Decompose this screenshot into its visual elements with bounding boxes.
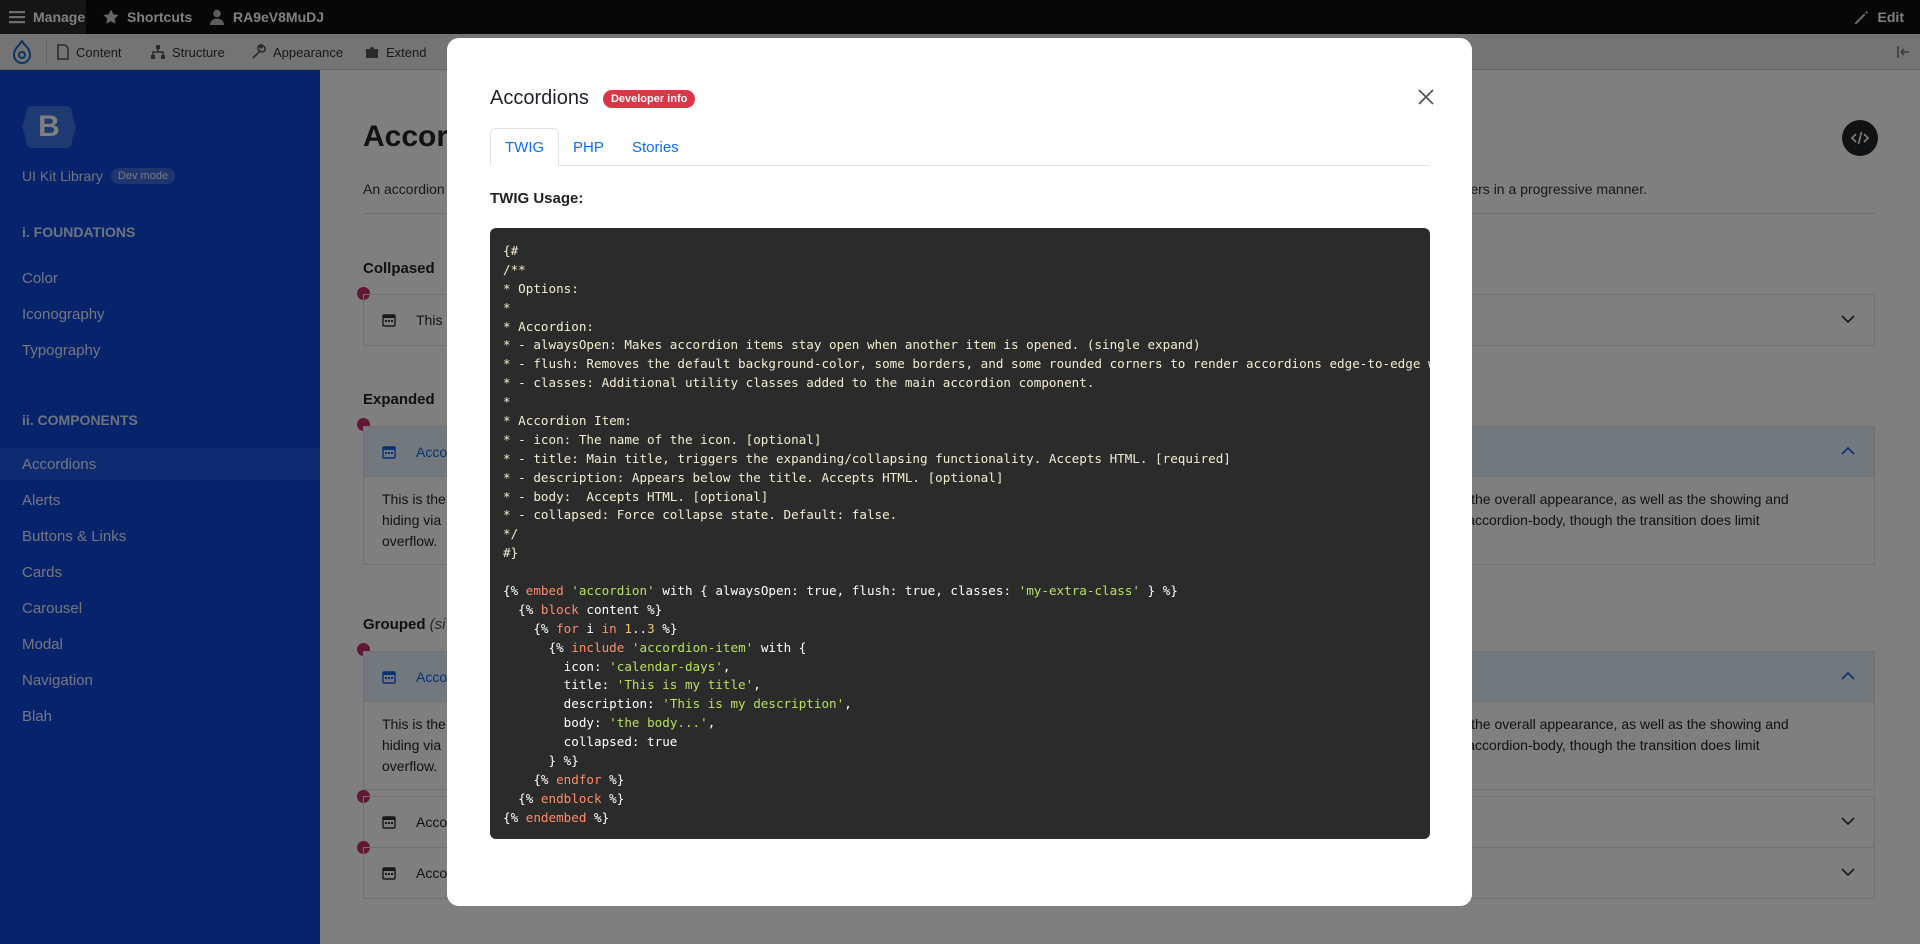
- code-line: * - flush: Removes the default backgroun…: [503, 356, 1430, 372]
- code-keyword: for: [556, 620, 579, 636]
- code-token: %}: [601, 790, 625, 806]
- code-line: * Options:: [503, 280, 579, 296]
- twig-usage-label: TWIG Usage:: [490, 190, 584, 207]
- code-block: {# /** * Options: * * Accordion: * - alwaysOp…: [490, 228, 1430, 839]
- code-token: {%: [503, 583, 526, 599]
- code-line-body: body: 'the body...',: [503, 714, 1430, 733]
- code-line: {#: [503, 243, 519, 258]
- code-line-collapsed: collapsed: true: [503, 734, 678, 750]
- code-line-description: description: 'This is my description',: [503, 695, 1430, 714]
- code-token: description:: [503, 696, 663, 712]
- code-token: with {: [753, 639, 807, 655]
- code-number: 1: [624, 620, 632, 636]
- code-line: * - alwaysOpen: Makes accordion items st…: [503, 337, 1201, 353]
- code-token: icon:: [503, 658, 610, 674]
- code-line-close-include: } %}: [503, 753, 579, 769]
- code-token: with { alwaysOpen: true, flush: true, cl…: [654, 583, 1019, 599]
- code-line: * - classes: Additional utility classes …: [503, 375, 1095, 391]
- code-line: * - icon: The name of the icon. [optiona…: [503, 431, 822, 447]
- code-line-for: {% for i in 1..3 %}: [503, 620, 1430, 639]
- code-keyword: endblock: [540, 790, 602, 806]
- code-token: {%: [503, 771, 557, 787]
- code-keyword: endembed: [525, 809, 587, 825]
- code-line: * - title: Main title, triggers the expa…: [503, 450, 1231, 466]
- code-keyword: in: [601, 620, 617, 636]
- code-line: *: [503, 394, 511, 410]
- code-line-endblock: {% endblock %}: [503, 790, 1430, 809]
- code-keyword: embed: [525, 583, 564, 599]
- code-string: 'my-extra-class': [1018, 583, 1140, 599]
- code-line: */: [503, 526, 519, 542]
- code-token: ,: [753, 677, 761, 693]
- close-icon[interactable]: [1415, 86, 1437, 108]
- code-token: {%: [503, 601, 541, 617]
- code-token: {%: [503, 639, 572, 655]
- code-keyword: block: [540, 601, 579, 617]
- modal-tabs: TWIG PHP Stories: [490, 128, 1430, 166]
- code-line-endfor: {% endfor %}: [503, 771, 1430, 790]
- tab-php[interactable]: PHP: [559, 128, 618, 166]
- code-line-icon: icon: 'calendar-days',: [503, 658, 1430, 677]
- code-token: title:: [503, 677, 617, 693]
- code-token: } %}: [1139, 583, 1178, 599]
- code-string: 'accordion': [571, 583, 655, 599]
- code-content: {# /** * Options: * * Accordion: * - alwaysOp…: [503, 242, 1430, 828]
- code-string: 'calendar-days': [609, 658, 723, 674]
- developer-info-modal: Accordions Developer info TWIG PHP Stori…: [447, 38, 1472, 906]
- code-line-block: {% block content %}: [503, 601, 1430, 620]
- code-line: * Accordion Item:: [503, 413, 632, 429]
- code-line-title: title: 'This is my title',: [503, 676, 1430, 695]
- code-token: content %}: [578, 601, 663, 617]
- tab-twig[interactable]: TWIG: [490, 128, 560, 166]
- code-line: * - collapsed: Force collapse state. Def…: [503, 507, 898, 523]
- code-keyword: endfor: [556, 771, 602, 787]
- modal-title: Accordions Developer info: [490, 87, 696, 110]
- code-token: {%: [503, 809, 526, 825]
- code-token: ,: [722, 658, 731, 674]
- code-line: * - description: Appears below the title…: [503, 469, 1004, 485]
- code-line: * Accordion:: [503, 318, 594, 334]
- code-keyword: include: [571, 639, 625, 655]
- code-line-include: {% include 'accordion-item' with {: [503, 639, 1430, 658]
- code-line-embed: {% embed 'accordion' with { alwaysOpen: …: [503, 582, 1430, 601]
- code-string: 'This is my title': [616, 677, 754, 693]
- code-number: 3: [647, 620, 655, 636]
- code-token: ,: [844, 696, 852, 712]
- code-line: * - body: Accepts HTML. [optional]: [503, 488, 769, 504]
- code-string: 'accordion-item': [631, 639, 754, 655]
- code-line: /**: [503, 261, 526, 277]
- code-token: {%: [503, 620, 557, 636]
- code-token: {%: [503, 790, 541, 806]
- code-token: body:: [503, 715, 610, 731]
- code-token: %}: [654, 620, 678, 636]
- code-token: ..: [631, 620, 648, 636]
- code-line: *: [503, 299, 511, 315]
- modal-title-text: Accordions: [490, 87, 589, 109]
- code-line-endembed: {% endembed %}: [503, 809, 1430, 828]
- tab-stories[interactable]: Stories: [618, 128, 693, 166]
- developer-info-badge: Developer info: [602, 89, 696, 108]
- code-string: 'the body...': [609, 715, 708, 731]
- code-token: %}: [586, 809, 610, 825]
- code-token: i: [578, 620, 602, 636]
- code-token: %}: [601, 771, 625, 787]
- code-line: #}: [503, 545, 519, 561]
- code-string: 'This is my description': [662, 696, 845, 712]
- code-token: ,: [707, 715, 716, 731]
